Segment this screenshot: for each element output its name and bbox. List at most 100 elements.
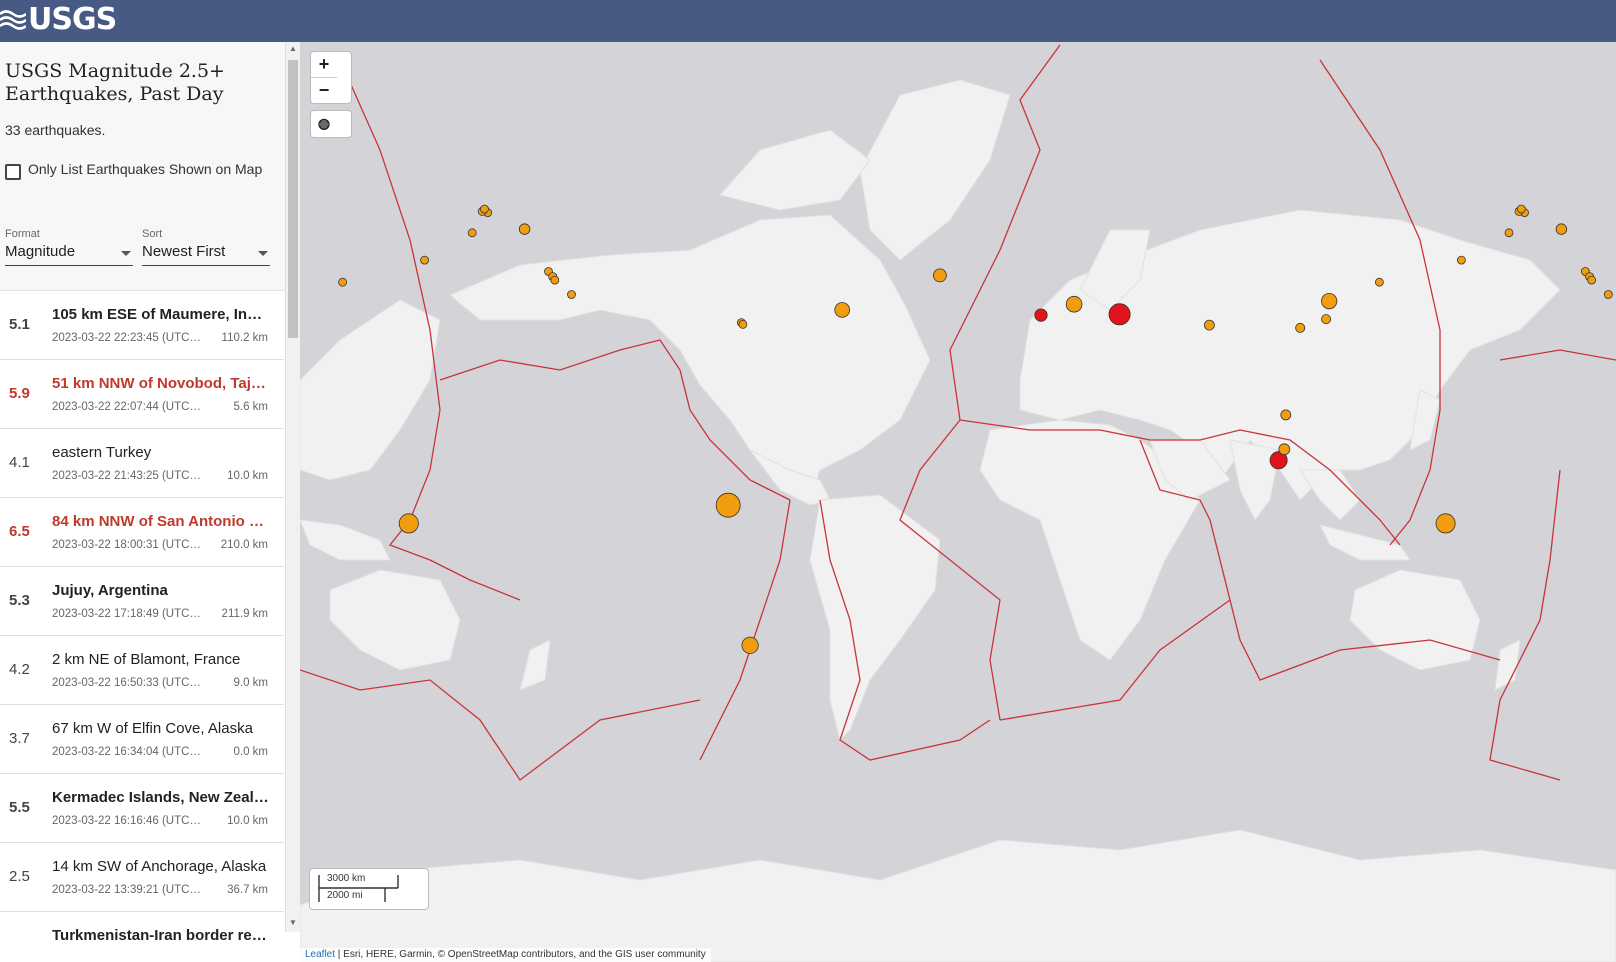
sort-value[interactable]: Newest First bbox=[142, 243, 270, 266]
earthquake-marker[interactable] bbox=[338, 277, 348, 287]
southern-ocean-boundary bbox=[300, 669, 701, 781]
earthquake-marker[interactable] bbox=[1375, 277, 1384, 287]
earthquake-marker[interactable] bbox=[1321, 314, 1332, 325]
earthquake-marker[interactable] bbox=[1065, 295, 1083, 313]
indonesia-shape bbox=[1319, 524, 1411, 561]
list-item[interactable]: 4.1 eastern Turkey 2023-03-22 21:43:25 (UT… bbox=[0, 429, 284, 498]
globe-icon[interactable]: ◍ bbox=[311, 111, 337, 136]
earthquake-marker[interactable] bbox=[834, 302, 850, 318]
earthquake-marker[interactable] bbox=[518, 223, 531, 235]
earthquake-marker[interactable] bbox=[1321, 292, 1338, 310]
earthquake-marker[interactable] bbox=[1280, 409, 1292, 421]
asia-west-edge-shape bbox=[300, 299, 441, 481]
list-item[interactable]: 5.1 105 km ESE of Maumere, Indonesia 2023-… bbox=[0, 291, 284, 360]
map-view[interactable]: + − ◍ 3000 km 2000 mi Leaflet | Esri, HE… bbox=[300, 42, 1616, 962]
zoom-out-button[interactable]: − bbox=[311, 78, 337, 103]
list-item[interactable]: 2.5 14 km SW of Anchorage, Alaska 2023-03-… bbox=[0, 843, 284, 912]
earthquake-marker[interactable] bbox=[1295, 322, 1306, 333]
earthquake-list: 5.1 105 km ESE of Maumere, Indonesia 2023-… bbox=[0, 291, 284, 962]
event-time: 2023-03-22 22:23:45 (UTC+01:00) bbox=[52, 332, 207, 344]
canadian-arctic-shape bbox=[719, 129, 871, 211]
zoom-in-button[interactable]: + bbox=[311, 52, 337, 78]
scroll-down-icon[interactable]: ▼ bbox=[288, 918, 298, 930]
new-zealand-west-shape bbox=[519, 639, 551, 691]
india-shape bbox=[1229, 439, 1281, 521]
north-pacific-boundary bbox=[1499, 349, 1616, 361]
magnitude: 6.5 bbox=[9, 523, 30, 540]
earthquake-marker[interactable] bbox=[738, 319, 748, 329]
place-name: Jujuy, Argentina bbox=[52, 582, 168, 599]
magnitude: 3.7 bbox=[9, 730, 30, 747]
scroll-up-icon[interactable]: ▲ bbox=[288, 44, 298, 56]
list-item[interactable]: 5.3 Jujuy, Argentina 2023-03-22 17:18:49 (… bbox=[0, 567, 284, 636]
usgs-logo[interactable]: USGS bbox=[0, 1, 117, 37]
place-name: eastern Turkey bbox=[52, 444, 152, 461]
format-select[interactable]: Format Magnitude bbox=[5, 228, 133, 266]
list-item[interactable]: 4.2 2 km NE of Blamont, France 2023-03-22 … bbox=[0, 636, 284, 705]
earthquake-marker[interactable] bbox=[420, 255, 430, 265]
zoom-control[interactable]: + − bbox=[310, 51, 352, 104]
scale-mi: 2000 mi bbox=[327, 890, 363, 901]
earthquake-marker[interactable] bbox=[1108, 303, 1131, 326]
page-title: USGS Magnitude 2.5+ Earthquakes, Past Da… bbox=[5, 60, 225, 105]
earthquake-marker[interactable] bbox=[1204, 319, 1215, 331]
antarctica-shape bbox=[300, 829, 1616, 962]
event-time: 2023-03-22 21:43:25 (UTC+01:00) bbox=[52, 470, 207, 482]
event-depth: 210.0 km bbox=[220, 539, 268, 551]
scroll-thumb[interactable] bbox=[288, 60, 298, 338]
event-depth: 110.2 km bbox=[221, 332, 268, 344]
earthquake-marker[interactable] bbox=[1034, 308, 1048, 322]
greenland-shape bbox=[859, 79, 1011, 261]
event-depth: 5.6 km bbox=[233, 401, 268, 413]
list-item[interactable]: 5.9 51 km NNW of Novobod, Tajikistan 2023-… bbox=[0, 360, 284, 429]
tonga-kermadec-boundary bbox=[1489, 469, 1561, 781]
list-item[interactable]: Turkmenistan-Iran border region bbox=[0, 912, 284, 962]
format-label: Format bbox=[5, 228, 40, 240]
list-item[interactable]: 6.5 84 km NNW of San Antonio de los Cobre… bbox=[0, 498, 284, 567]
earthquake-marker[interactable] bbox=[467, 228, 477, 238]
earthquake-count: 33 earthquakes. bbox=[5, 122, 106, 138]
basemap-control[interactable]: ◍ bbox=[310, 110, 352, 138]
place-name: Kermadec Islands, New Zealand bbox=[52, 789, 270, 806]
map-scale: 3000 km 2000 mi bbox=[309, 868, 429, 910]
place-name: Turkmenistan-Iran border region bbox=[52, 927, 270, 944]
magnitude: 5.3 bbox=[9, 592, 30, 609]
logo-text: USGS bbox=[28, 1, 117, 37]
australia-east-shape bbox=[1349, 569, 1481, 671]
earthquake-marker[interactable] bbox=[1435, 513, 1456, 534]
earthquake-marker[interactable] bbox=[1457, 255, 1466, 265]
filter-checkbox[interactable] bbox=[5, 164, 21, 180]
sort-select[interactable]: Sort Newest First bbox=[142, 228, 270, 266]
leaflet-link[interactable]: Leaflet bbox=[305, 949, 335, 960]
sidebar-scrollbar[interactable]: ▲ ▼ bbox=[285, 42, 300, 932]
earthquake-marker[interactable] bbox=[480, 204, 489, 214]
magnitude: 5.5 bbox=[9, 799, 30, 816]
earthquake-marker[interactable] bbox=[1504, 228, 1514, 238]
list-item[interactable]: 5.5 Kermadec Islands, New Zealand 2023-03-… bbox=[0, 774, 284, 843]
earthquake-marker[interactable] bbox=[567, 290, 576, 299]
new-zealand-east-shape bbox=[1494, 639, 1521, 691]
earthquake-marker[interactable] bbox=[933, 268, 947, 283]
format-value[interactable]: Magnitude bbox=[5, 243, 133, 266]
place-name: 51 km NNW of Novobod, Tajikistan bbox=[52, 375, 270, 392]
earthquake-marker[interactable] bbox=[715, 492, 741, 518]
indonesia-west-shape bbox=[300, 519, 391, 561]
usgs-wave-icon bbox=[0, 8, 26, 30]
event-depth: 36.7 km bbox=[227, 884, 268, 896]
earthquake-marker[interactable] bbox=[1603, 290, 1613, 299]
attribution-text: | Esri, HERE, Garmin, © OpenStreetMap co… bbox=[335, 949, 706, 960]
event-time: 2023-03-22 16:34:04 (UTC+02:00) bbox=[52, 746, 207, 758]
earthquake-marker[interactable] bbox=[1587, 275, 1596, 285]
place-name: 105 km ESE of Maumere, Indonesia bbox=[52, 306, 270, 323]
earthquake-marker[interactable] bbox=[1278, 443, 1291, 456]
earthquake-marker[interactable] bbox=[398, 513, 419, 534]
earthquake-marker[interactable] bbox=[1516, 204, 1526, 214]
place-name: 67 km W of Elfin Cove, Alaska bbox=[52, 720, 253, 737]
list-item[interactable]: 3.7 67 km W of Elfin Cove, Alaska 2023-03-… bbox=[0, 705, 284, 774]
event-time: 2023-03-22 18:00:31 (UTC+01:00) bbox=[52, 539, 207, 551]
earthquake-marker[interactable] bbox=[741, 636, 759, 654]
event-depth: 9.0 km bbox=[233, 677, 268, 689]
world-map[interactable] bbox=[300, 42, 1616, 962]
earthquake-marker[interactable] bbox=[1555, 223, 1568, 235]
earthquake-marker[interactable] bbox=[550, 275, 560, 285]
